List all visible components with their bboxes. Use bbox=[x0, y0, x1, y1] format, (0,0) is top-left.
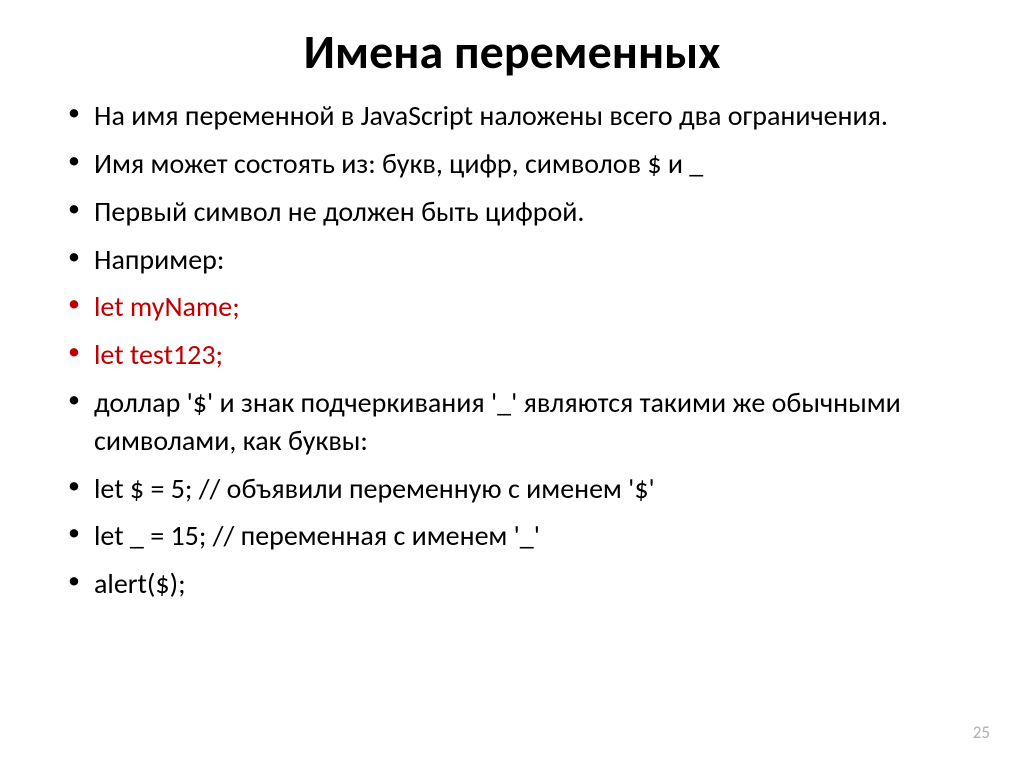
bullet-item: let _ = 15; // переменная с именем '_' bbox=[94, 517, 964, 555]
page-number: 25 bbox=[973, 722, 990, 743]
bullet-item: Первый символ не должен быть цифрой. bbox=[94, 193, 964, 231]
bullet-item: На имя переменной в JavaScript наложены … bbox=[94, 97, 964, 135]
bullet-item: Имя может состоять из: букв, цифр, симво… bbox=[94, 145, 964, 183]
bullet-list: На имя переменной в JavaScript наложены … bbox=[60, 97, 964, 603]
slide-title: Имена переменных bbox=[60, 24, 964, 79]
bullet-item: let $ = 5; // объявили переменную с имен… bbox=[94, 470, 964, 508]
bullet-item: Например: bbox=[94, 241, 964, 279]
bullet-item: let myName; bbox=[94, 288, 964, 326]
bullet-item: доллар '$' и знак подчеркивания '_' явля… bbox=[94, 384, 964, 460]
bullet-item: let test123; bbox=[94, 336, 964, 374]
slide: Имена переменных На имя переменной в Jav… bbox=[0, 0, 1024, 767]
bullet-item: alert($); bbox=[94, 565, 964, 603]
